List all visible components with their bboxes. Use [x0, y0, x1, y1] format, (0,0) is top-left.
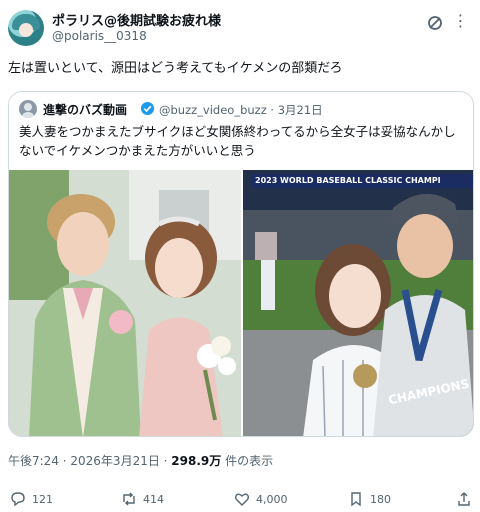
- bookmark-count: 180: [370, 492, 391, 506]
- tweet-timestamp[interactable]: 午後7:24 · 2026年3月21日 ·: [8, 454, 171, 468]
- reply-button[interactable]: 121: [10, 488, 53, 510]
- tweet-text: 左は置いといて、源田はどう考えてもイケメンの部類だろ: [8, 61, 343, 76]
- wedding-photo[interactable]: [9, 170, 241, 437]
- repost-icon: [123, 492, 135, 506]
- quote-media[interactable]: 2023 WORLD BASEBALL CLASSIC CHAMPI CHAMP…: [9, 170, 473, 437]
- author-display-name[interactable]: ポラリス@後期試験お疲れ様: [52, 10, 221, 29]
- tweet-meta: 午後7:24 · 2026年3月21日 · 298.9万 件の表示: [8, 452, 273, 469]
- bookmark-button[interactable]: 180: [348, 488, 391, 510]
- repost-button[interactable]: 414: [121, 488, 164, 510]
- wbc-photo[interactable]: 2023 WORLD BASEBALL CLASSIC CHAMPI CHAMP…: [243, 170, 473, 436]
- more-icon[interactable]: ⋮: [450, 12, 472, 32]
- like-count: 4,000: [256, 492, 288, 506]
- wbc-banner: 2023 WORLD BASEBALL CLASSIC CHAMPI: [251, 174, 473, 188]
- author-handle[interactable]: @polaris__0318: [52, 29, 147, 43]
- tweet-header: ポラリス@後期試験お疲れ様 @polaris__0318 ⋮: [8, 8, 472, 48]
- reply-icon: [11, 492, 25, 507]
- avatar[interactable]: [8, 10, 44, 46]
- views-label: 件の表示: [221, 454, 274, 468]
- action-bar: 121 414 4,000 180: [8, 488, 472, 510]
- quoted-tweet[interactable]: 進撃のバズ動画 @buzz_video_buzz · 3月21日 美人妻をつかま…: [8, 91, 474, 437]
- quote-handle-date: @buzz_video_buzz · 3月21日: [159, 103, 323, 117]
- quote-text: 美人妻をつかまえたブサイクほど女関係終わってるから全女子は妥協なんかしないでイケ…: [19, 124, 456, 158]
- like-button[interactable]: 4,000: [234, 488, 288, 510]
- repost-count: 414: [143, 492, 164, 506]
- share-icon: [458, 492, 470, 506]
- avatar-face: [19, 23, 33, 37]
- verified-icon: [140, 101, 155, 116]
- share-button[interactable]: [456, 488, 472, 510]
- like-icon: [234, 493, 250, 506]
- quote-avatar[interactable]: [19, 100, 37, 118]
- quote-author-name[interactable]: 進撃のバズ動画: [43, 101, 127, 118]
- grok-icon[interactable]: [426, 14, 444, 32]
- bookmark-icon: [351, 492, 361, 507]
- views-count: 298.9万: [171, 454, 222, 468]
- reply-count: 121: [32, 492, 53, 506]
